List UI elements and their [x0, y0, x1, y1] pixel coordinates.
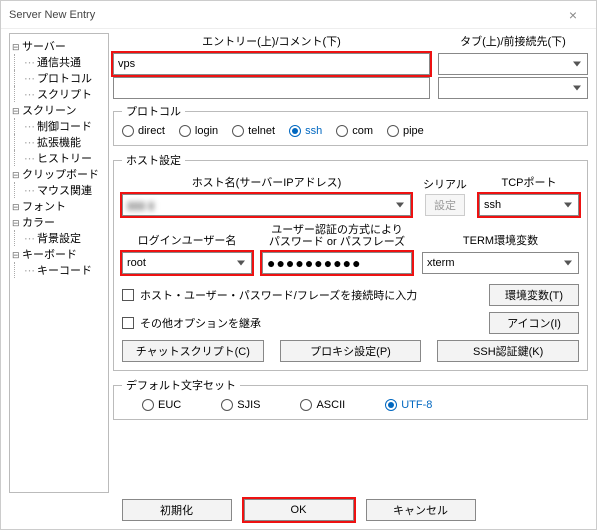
footer: 初期化 OK キャンセル	[1, 495, 596, 529]
tree-clipboard[interactable]: クリップボード	[12, 166, 106, 182]
tree-color[interactable]: カラー	[12, 214, 106, 230]
password-input[interactable]: ●●●●●●●●●●	[262, 252, 412, 274]
nav-tree: サーバー 通信共通 プロトコル スクリプト スクリーン 制御コード 拡張機能 ヒ…	[9, 33, 109, 493]
radio-icon	[232, 125, 244, 137]
protocol-radio-login[interactable]: login	[179, 125, 218, 137]
entry-name-input[interactable]: vps	[113, 53, 430, 75]
charset-radio-utf-8[interactable]: UTF-8	[385, 399, 432, 411]
tree-keyboard-code[interactable]: キーコード	[24, 262, 106, 278]
tree-screen[interactable]: スクリーン	[12, 102, 106, 118]
protocol-radio-ssh[interactable]: ssh	[289, 125, 322, 137]
charset-radio-sjis[interactable]: SJIS	[221, 399, 260, 411]
host-legend: ホスト設定	[122, 152, 185, 168]
login-label: ログインユーザー名	[122, 232, 252, 248]
charset-radio-euc[interactable]: EUC	[142, 399, 181, 411]
radio-icon	[336, 125, 348, 137]
prev-combo[interactable]	[438, 77, 588, 99]
proxy-button[interactable]: プロキシ設定(P)	[280, 340, 422, 362]
inherit-checkbox[interactable]: その他オプションを継承	[122, 315, 261, 331]
close-icon[interactable]: ×	[558, 7, 588, 23]
host-group: ホスト設定 ホスト名(サーバーIPアドレス) ▮▮▮ ▮ シリアル 設定 TCP…	[113, 152, 588, 371]
env-button[interactable]: 環境変数(T)	[489, 284, 579, 306]
chat-script-button[interactable]: チャットスクリプト(C)	[122, 340, 264, 362]
radio-icon	[142, 399, 154, 411]
ok-button[interactable]: OK	[244, 499, 354, 521]
radio-icon	[179, 125, 191, 137]
serial-label: シリアル	[423, 176, 467, 192]
ssh-key-button[interactable]: SSH認証鍵(K)	[437, 340, 579, 362]
charset-legend: デフォルト文字セット	[122, 377, 240, 393]
window-title: Server New Entry	[9, 9, 558, 21]
reset-button[interactable]: 初期化	[122, 499, 232, 521]
protocol-radio-telnet[interactable]: telnet	[232, 125, 275, 137]
login-input[interactable]: root	[122, 252, 252, 274]
entry-group: エントリー(上)/コメント(下) vps タブ(上)/前接続先(下)	[113, 33, 588, 101]
protocol-radio-com[interactable]: com	[336, 125, 373, 137]
checkbox-icon	[122, 289, 134, 301]
protocol-radio-pipe[interactable]: pipe	[387, 125, 424, 137]
cancel-button[interactable]: キャンセル	[366, 499, 476, 521]
tree-screen-history[interactable]: ヒストリー	[24, 150, 106, 166]
radio-icon	[300, 399, 312, 411]
tree-server-protocol[interactable]: プロトコル	[24, 70, 106, 86]
radio-icon	[122, 125, 134, 137]
tree-screen-ctrl[interactable]: 制御コード	[24, 118, 106, 134]
tcpport-label: TCPポート	[479, 174, 579, 190]
tree-server[interactable]: サーバー	[12, 38, 106, 54]
serial-button: 設定	[425, 194, 465, 216]
titlebar: Server New Entry ×	[1, 1, 596, 29]
checkbox-icon	[122, 317, 134, 329]
auth-label: ユーザー認証の方式によりパスワード or パスフレーズ	[262, 224, 412, 248]
tree-server-script[interactable]: スクリプト	[24, 86, 106, 102]
term-combo[interactable]: xterm	[422, 252, 579, 274]
tree-keyboard[interactable]: キーボード	[12, 246, 106, 262]
icon-button[interactable]: アイコン(I)	[489, 312, 579, 334]
charset-group: デフォルト文字セット EUC SJIS ASCII UTF-8	[113, 377, 588, 420]
tree-screen-ext[interactable]: 拡張機能	[24, 134, 106, 150]
tab-label: タブ(上)/前接続先(下)	[438, 33, 588, 49]
entry-label: エントリー(上)/コメント(下)	[113, 33, 430, 49]
tree-font[interactable]: フォント	[12, 198, 106, 214]
radio-icon	[289, 125, 301, 137]
term-label: TERM環境変数	[422, 232, 579, 248]
tree-clipboard-mouse[interactable]: マウス関連	[24, 182, 106, 198]
protocol-group: プロトコル direct login telnet ssh com pipe	[113, 103, 588, 146]
entry-comment-input[interactable]	[113, 77, 430, 99]
radio-icon	[221, 399, 233, 411]
remember-checkbox[interactable]: ホスト・ユーザー・パスワード/フレーズを接続時に入力	[122, 287, 417, 303]
tab-combo[interactable]	[438, 53, 588, 75]
radio-icon	[387, 125, 399, 137]
hostname-input[interactable]: ▮▮▮ ▮	[122, 194, 411, 216]
protocol-legend: プロトコル	[122, 103, 185, 119]
tree-server-comm[interactable]: 通信共通	[24, 54, 106, 70]
main-panel: エントリー(上)/コメント(下) vps タブ(上)/前接続先(下) プロトコル…	[113, 33, 588, 493]
radio-icon	[385, 399, 397, 411]
charset-radio-ascii[interactable]: ASCII	[300, 399, 345, 411]
hostname-label: ホスト名(サーバーIPアドレス)	[122, 174, 411, 190]
tree-color-bg[interactable]: 背景設定	[24, 230, 106, 246]
tcpport-combo[interactable]: ssh	[479, 194, 579, 216]
protocol-radio-direct[interactable]: direct	[122, 125, 165, 137]
window: Server New Entry × サーバー 通信共通 プロトコル スクリプト…	[0, 0, 597, 530]
